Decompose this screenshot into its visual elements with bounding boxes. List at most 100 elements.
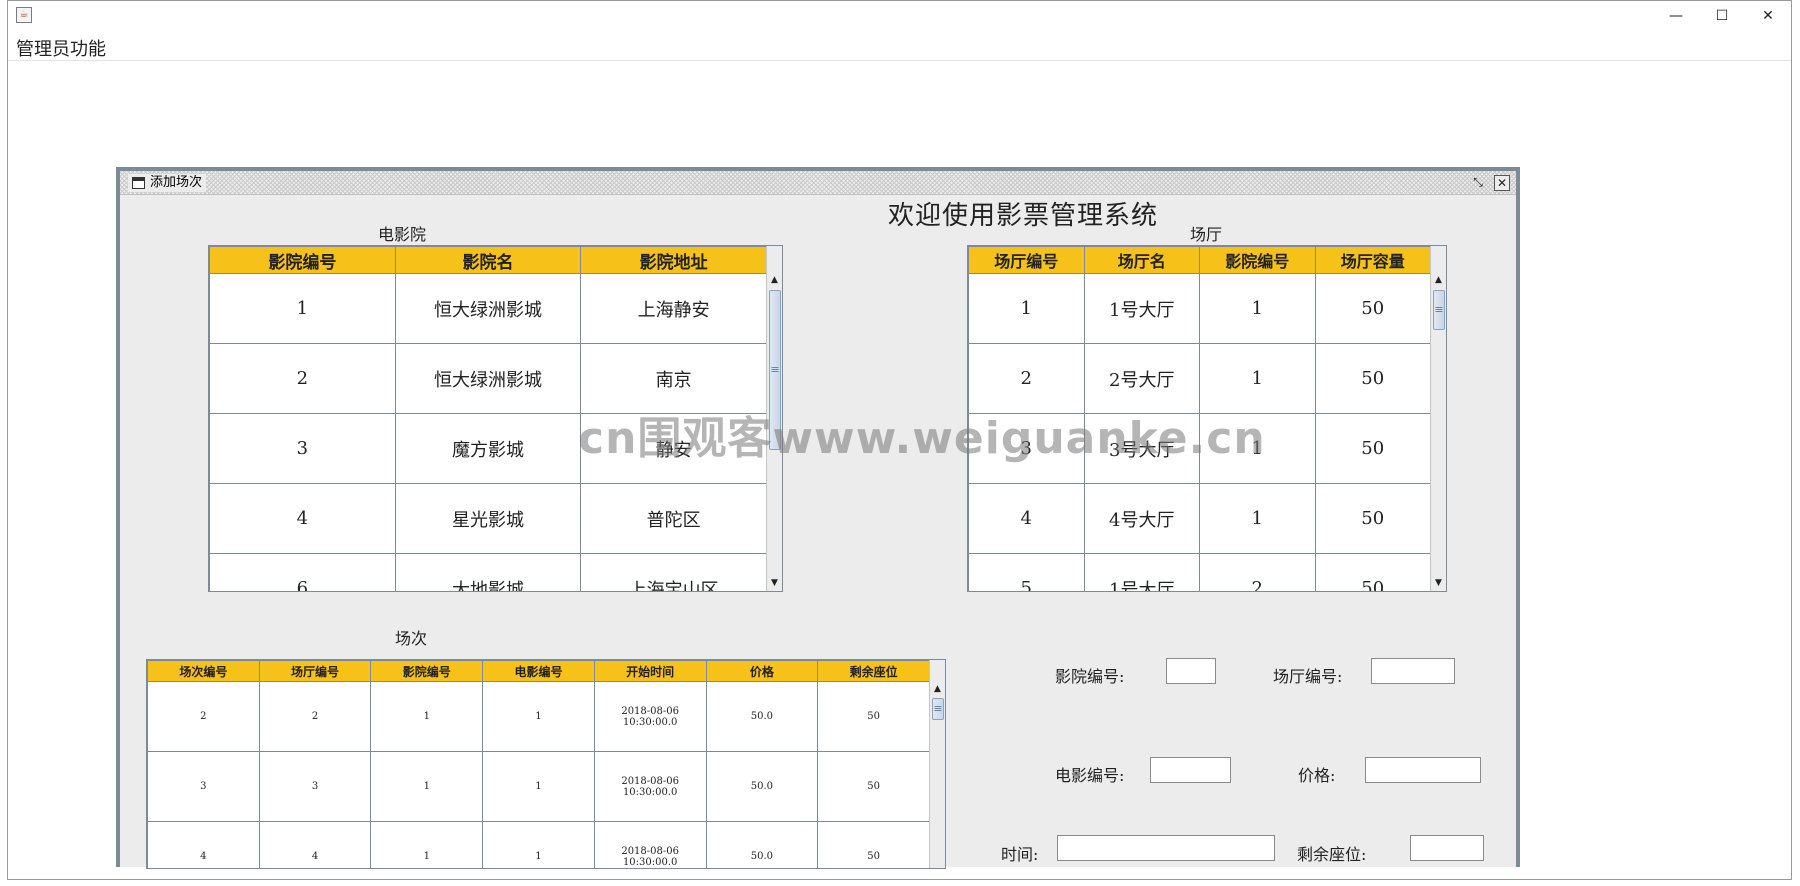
table-cell[interactable]: 2: [1199, 553, 1316, 591]
col-hall-id[interactable]: 场厅编号: [968, 246, 1085, 274]
table-cell[interactable]: 3: [209, 413, 396, 484]
table-row[interactable]: 6 大地影城 上海宝山区: [209, 553, 767, 591]
table-cell[interactable]: 50.0: [705, 821, 819, 868]
scroll-up-arrow-icon[interactable]: ▲: [767, 272, 782, 288]
table-cell[interactable]: 上海静安: [580, 273, 767, 344]
table-cell[interactable]: 4: [968, 483, 1085, 554]
scrollbar-thumb[interactable]: [1433, 290, 1445, 330]
table-cell[interactable]: 星光影城: [394, 483, 582, 554]
table-cell[interactable]: 1: [968, 273, 1085, 344]
internal-frame-titlebar[interactable]: 添加场次 ⤡ ✕: [120, 171, 1516, 195]
table-cell[interactable]: 1: [482, 681, 595, 752]
table-cell[interactable]: 50: [1314, 553, 1431, 591]
table-cell[interactable]: 2: [147, 681, 260, 752]
table-cell[interactable]: 4: [258, 821, 372, 868]
frame-close-button[interactable]: ✕: [1494, 175, 1510, 191]
col-session-movie-id[interactable]: 电影编号: [482, 660, 595, 682]
page-title: 欢迎使用影票管理系统: [888, 201, 1159, 231]
table-row[interactable]: 4 4号大厅 1 50: [968, 483, 1431, 554]
table-cell[interactable]: 魔方影城: [394, 413, 582, 484]
table-cell[interactable]: 1: [370, 751, 484, 822]
movie-id-input[interactable]: [1150, 757, 1231, 783]
table-cell[interactable]: 1: [370, 681, 484, 752]
table-cell[interactable]: 恒大绿洲影城: [394, 343, 582, 414]
table-cell[interactable]: 50: [1314, 483, 1431, 554]
hall-id-input[interactable]: [1371, 658, 1455, 684]
scroll-down-arrow-icon[interactable]: ▼: [1431, 575, 1446, 591]
scroll-down-arrow-icon[interactable]: ▼: [767, 575, 782, 591]
internal-frame-add-session: 添加场次 ⤡ ✕ 欢迎使用影票管理系统 电影院 影院编号 影院名 影院地址 1 …: [116, 167, 1520, 869]
table-cell[interactable]: 大地影城: [394, 553, 582, 591]
table-cell[interactable]: 50: [817, 751, 930, 822]
col-hall-name[interactable]: 场厅名: [1083, 246, 1200, 274]
col-session-seats[interactable]: 剩余座位: [817, 660, 930, 682]
table-cell[interactable]: 50.0: [705, 751, 819, 822]
table-cell[interactable]: 4号大厅: [1083, 483, 1200, 554]
col-session-start-time[interactable]: 开始时间: [593, 660, 707, 682]
table-cell[interactable]: 1: [482, 751, 595, 822]
table-cell[interactable]: 1: [370, 821, 484, 868]
table-cell[interactable]: 50: [817, 681, 930, 752]
col-hall-capacity[interactable]: 场厅容量: [1314, 246, 1431, 274]
table-row[interactable]: 3 3 1 1 2018-08-06 10:30:00.0 50.0 50: [147, 751, 930, 822]
table-cell[interactable]: 2018-08-06 10:30:00.0: [593, 751, 707, 822]
col-cinema-name[interactable]: 影院名: [394, 246, 582, 274]
table-cell[interactable]: 1号大厅: [1083, 553, 1200, 591]
table-cell[interactable]: 50: [1314, 413, 1431, 484]
java-app-icon: ☕: [16, 7, 32, 23]
cinema-id-input[interactable]: [1166, 658, 1216, 684]
maximize-button[interactable]: ☐: [1699, 1, 1745, 31]
table-cell[interactable]: 1: [1199, 483, 1316, 554]
table-cell[interactable]: 3: [258, 751, 372, 822]
col-hall-cinema-id[interactable]: 影院编号: [1199, 246, 1316, 274]
table-cell[interactable]: 2018-08-06 10:30:00.0: [593, 681, 707, 752]
table-cell[interactable]: 50: [1314, 273, 1431, 344]
menu-admin-functions[interactable]: 管理员功能: [16, 35, 106, 61]
minimize-button[interactable]: —: [1653, 1, 1699, 31]
table-row[interactable]: 1 1号大厅 1 50: [968, 273, 1431, 344]
table-cell[interactable]: 上海宝山区: [580, 553, 767, 591]
hall-table-scrollbar[interactable]: ▲ ▼: [1430, 246, 1446, 591]
price-label: 价格:: [1298, 766, 1336, 785]
table-cell[interactable]: 5: [968, 553, 1085, 591]
time-input[interactable]: [1057, 835, 1275, 861]
table-cell[interactable]: 4: [209, 483, 396, 554]
scroll-up-arrow-icon[interactable]: ▲: [930, 681, 945, 697]
table-cell[interactable]: 2: [258, 681, 372, 752]
table-cell[interactable]: 2018-08-06 10:30:00.0: [593, 821, 707, 868]
internal-frame-body: 欢迎使用影票管理系统 电影院 影院编号 影院名 影院地址 1 恒大绿洲影城 上海静安…: [120, 195, 1516, 869]
table-row[interactable]: 1 恒大绿洲影城 上海静安: [209, 273, 767, 344]
col-session-price[interactable]: 价格: [705, 660, 819, 682]
close-button[interactable]: ✕: [1745, 1, 1791, 31]
restore-icon[interactable]: ⤡: [1470, 175, 1486, 191]
table-cell[interactable]: 4: [147, 821, 260, 868]
scroll-up-arrow-icon[interactable]: ▲: [1431, 272, 1446, 288]
table-cell[interactable]: 50: [817, 821, 930, 868]
table-cell[interactable]: 普陀区: [580, 483, 767, 554]
table-cell[interactable]: 1: [1199, 273, 1316, 344]
col-session-id[interactable]: 场次编号: [147, 660, 260, 682]
price-input[interactable]: [1365, 757, 1481, 783]
col-session-hall-id[interactable]: 场厅编号: [258, 660, 372, 682]
table-cell[interactable]: 1: [209, 273, 396, 344]
window-titlebar[interactable]: ☕ — ☐ ✕: [8, 1, 1791, 31]
table-row[interactable]: 4 4 1 1 2018-08-06 10:30:00.0 50.0 50: [147, 821, 930, 868]
table-row[interactable]: 4 星光影城 普陀区: [209, 483, 767, 554]
table-cell[interactable]: 1: [482, 821, 595, 868]
table-row[interactable]: 5 1号大厅 2 50: [968, 553, 1431, 591]
seats-label: 剩余座位:: [1297, 845, 1367, 864]
table-row[interactable]: 2 2 1 1 2018-08-06 10:30:00.0 50.0 50: [147, 681, 930, 752]
seats-input[interactable]: [1410, 835, 1484, 861]
table-cell[interactable]: 3: [147, 751, 260, 822]
table-cell[interactable]: 恒大绿洲影城: [394, 273, 582, 344]
table-cell[interactable]: 50.0: [705, 681, 819, 752]
table-cell[interactable]: 2: [209, 343, 396, 414]
col-session-cinema-id[interactable]: 影院编号: [370, 660, 484, 682]
session-table-scrollbar[interactable]: ▲: [929, 660, 945, 868]
table-cell[interactable]: 50: [1314, 343, 1431, 414]
col-cinema-id[interactable]: 影院编号: [209, 246, 396, 274]
table-cell[interactable]: 1号大厅: [1083, 273, 1200, 344]
scrollbar-thumb[interactable]: [932, 698, 944, 720]
col-cinema-address[interactable]: 影院地址: [580, 246, 767, 274]
table-cell[interactable]: 6: [209, 553, 396, 591]
